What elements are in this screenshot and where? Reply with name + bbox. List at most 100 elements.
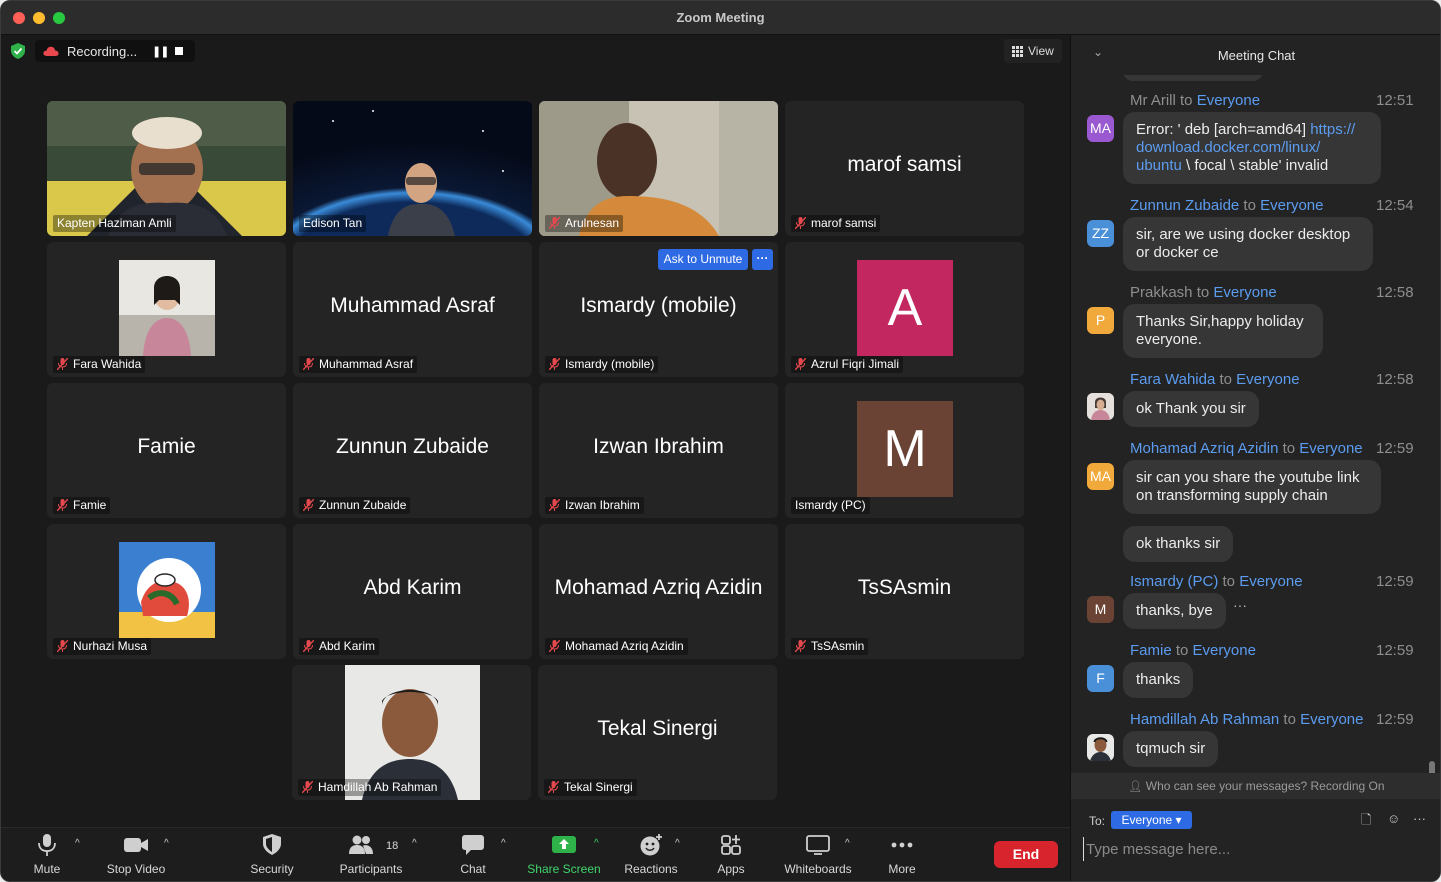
muted-mic-icon xyxy=(303,499,314,511)
reactions-button[interactable]: Reactions xyxy=(620,828,682,881)
participant-name-label: Mohamad Azriq Azidin xyxy=(545,638,688,655)
participant-tile[interactable]: Zunnun Zubaide Zunnun Zubaide xyxy=(293,383,532,518)
chat-scrollbar[interactable] xyxy=(1429,761,1435,773)
message-time: 12:59 xyxy=(1376,440,1414,457)
chat-message-input[interactable] xyxy=(1083,837,1423,861)
profile-photo xyxy=(119,542,215,638)
participant-tile[interactable]: Kapten Haziman Amli xyxy=(47,101,286,236)
message-meta: Mohamad Azriq Azidin to Everyone xyxy=(1130,440,1363,457)
message-meta: Famie to Everyone xyxy=(1130,642,1256,659)
participant-name-label: Izwan Ibrahim xyxy=(545,497,644,514)
message-time: 12:59 xyxy=(1376,711,1414,728)
recording-indicator: Recording... ❚❚ xyxy=(35,40,195,62)
share-screen-button[interactable]: Share Screen xyxy=(523,828,605,881)
message-time: 12:51 xyxy=(1376,92,1414,109)
meeting-chat-panel: ⌄ Meeting Chat MA Mr Arill to Everyone 1… xyxy=(1070,35,1440,881)
message-time: 12:54 xyxy=(1376,197,1414,214)
participant-tile[interactable]: Abd Karim Abd Karim xyxy=(293,524,532,659)
sender-avatar-photo xyxy=(1087,393,1114,420)
profile-photo xyxy=(119,260,215,356)
chat-message-list[interactable]: MA Mr Arill to Everyone 12:51 Error: ' d… xyxy=(1071,75,1440,773)
participant-tile[interactable]: Edison Tan xyxy=(293,101,532,236)
message-bubble: tqmuch sir xyxy=(1123,731,1219,767)
participant-name-label: Ismardy (mobile) xyxy=(545,356,659,373)
video-camera-icon xyxy=(124,838,148,852)
participant-name-label: Hamdillah Ab Rahman xyxy=(298,779,442,796)
participant-tile[interactable]: A Azrul Fiqri Jimali xyxy=(785,242,1024,377)
sender-avatar: M xyxy=(1087,596,1114,623)
more-options-icon[interactable]: ··· xyxy=(752,249,773,270)
reactions-options-caret-icon[interactable]: ^ xyxy=(675,838,680,849)
more-button[interactable]: More xyxy=(881,828,923,881)
participant-display-name: Muhammad Asraf xyxy=(330,294,495,317)
chat-privacy-note[interactable]: 👤︎ Who can see your messages? Recording … xyxy=(1071,773,1440,799)
security-button[interactable]: Security xyxy=(241,828,303,881)
meeting-toolbar: Mute ^ Stop Video ^ Security 18 Particip… xyxy=(1,827,1070,881)
end-meeting-button[interactable]: End xyxy=(994,841,1058,868)
message-meta: Fara Wahida to Everyone xyxy=(1130,371,1300,388)
more-options-icon[interactable]: ··· xyxy=(1413,811,1426,826)
participant-tile[interactable]: marof samsi marof samsi xyxy=(785,101,1024,236)
participant-tile[interactable]: Muhammad Asraf Muhammad Asraf xyxy=(293,242,532,377)
security-shield-icon[interactable] xyxy=(11,43,25,59)
message-more-icon[interactable]: ··· xyxy=(1233,597,1247,613)
view-button[interactable]: View xyxy=(1004,39,1062,63)
audio-options-caret-icon[interactable]: ^ xyxy=(75,838,80,849)
muted-mic-icon xyxy=(57,358,68,370)
share-options-caret-icon[interactable]: ^ xyxy=(594,838,599,849)
message-bubble: Thanks Sir,happy holiday everyone. xyxy=(1123,304,1323,358)
whiteboard-icon xyxy=(806,835,830,855)
muted-mic-icon xyxy=(549,499,560,511)
video-options-caret-icon[interactable]: ^ xyxy=(164,838,169,849)
message-bubble: ok thanks sir xyxy=(1123,526,1234,562)
participants-options-caret-icon[interactable]: ^ xyxy=(412,838,417,849)
whiteboards-options-caret-icon[interactable]: ^ xyxy=(845,838,850,849)
participants-button[interactable]: 18 Participants xyxy=(334,828,408,881)
file-icon[interactable]: 🗋︎ xyxy=(1361,811,1371,833)
ask-to-unmute-button[interactable]: Ask to Unmute xyxy=(658,249,748,270)
participant-tile[interactable]: TsSAsmin TsSAsmin xyxy=(785,524,1024,659)
message-meta: Mr Arill to Everyone xyxy=(1130,92,1261,109)
muted-mic-icon xyxy=(303,358,314,370)
stop-recording-icon[interactable] xyxy=(175,47,183,55)
participant-tile[interactable]: Hamdillah Ab Rahman xyxy=(292,665,531,800)
participant-name-label: Zunnun Zubaide xyxy=(299,497,411,514)
mute-button[interactable]: Mute xyxy=(21,828,73,881)
to-label: To: xyxy=(1089,814,1106,828)
muted-mic-icon xyxy=(548,781,559,793)
participant-name-label: Muhammad Asraf xyxy=(299,356,418,373)
muted-mic-icon xyxy=(795,217,806,229)
emoji-icon[interactable]: ☺︎ xyxy=(1387,811,1400,826)
participant-name-label: Tekal Sinergi xyxy=(544,779,637,796)
recipient-dropdown[interactable]: Everyone ▾ xyxy=(1111,811,1192,829)
pause-recording-icon[interactable]: ❚❚ xyxy=(152,45,169,58)
stop-video-button[interactable]: Stop Video xyxy=(101,828,171,881)
apps-button[interactable]: Apps xyxy=(709,828,753,881)
participant-tile[interactable]: Arulnesan xyxy=(539,101,778,236)
whiteboards-button[interactable]: Whiteboards xyxy=(779,828,857,881)
chat-options-caret-icon[interactable]: ^ xyxy=(501,838,506,849)
participant-tile[interactable]: M Ismardy (PC) xyxy=(785,383,1024,518)
chat-button[interactable]: Chat xyxy=(449,828,497,881)
share-screen-label: Share Screen xyxy=(527,862,601,876)
participant-name-label: Abd Karim xyxy=(299,638,380,655)
message-meta: Prakkash to Everyone xyxy=(1130,284,1277,301)
participant-tile[interactable]: Mohamad Azriq Azidin Mohamad Azriq Azidi… xyxy=(539,524,778,659)
smiley-reactions-icon xyxy=(640,834,662,856)
participant-tile[interactable]: Famie Famie xyxy=(47,383,286,518)
muted-mic-icon xyxy=(549,640,560,652)
sender-avatar: ZZ xyxy=(1087,220,1114,247)
participant-letter-avatar: A xyxy=(857,260,953,356)
chat-header: ⌄ Meeting Chat xyxy=(1071,35,1440,75)
participant-tile[interactable]: Tekal Sinergi Tekal Sinergi xyxy=(538,665,777,800)
participant-display-name: Tekal Sinergi xyxy=(597,717,718,740)
mute-label: Mute xyxy=(33,862,61,876)
participant-tile[interactable]: Nurhazi Musa xyxy=(47,524,286,659)
participant-tile[interactable]: Ask to Unmute ··· Ismardy (mobile) Ismar… xyxy=(539,242,778,377)
participant-display-name: Ismardy (mobile) xyxy=(580,294,737,317)
muted-mic-icon xyxy=(795,640,806,652)
chat-bubble-icon xyxy=(462,835,484,855)
participant-tile[interactable]: Fara Wahida xyxy=(47,242,286,377)
message-time: 12:59 xyxy=(1376,573,1414,590)
participant-tile[interactable]: Izwan Ibrahim Izwan Ibrahim xyxy=(539,383,778,518)
